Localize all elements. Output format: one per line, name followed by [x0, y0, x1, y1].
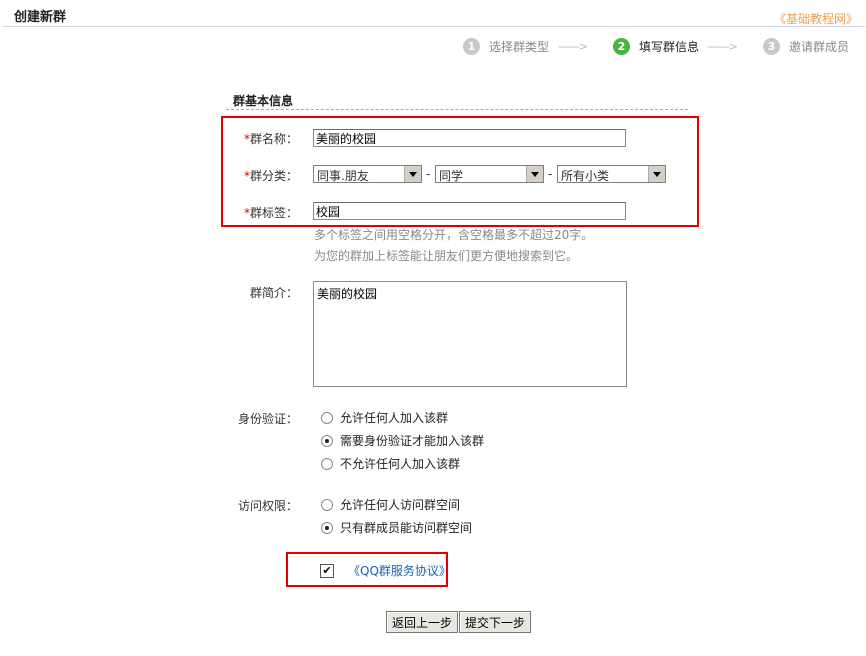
step-3: 3 邀请群成员: [763, 38, 849, 55]
agreement-link[interactable]: 《QQ群服务协议》: [348, 562, 451, 579]
group-intro-label: 群简介：: [249, 286, 298, 300]
auth-option-1[interactable]: 允许任何人加入该群: [321, 409, 448, 426]
radio-button-selected[interactable]: [321, 521, 333, 534]
auth-option-2[interactable]: 需要身份验证才能加入该群: [321, 432, 484, 449]
group-tags-label: *群标签：: [178, 204, 298, 221]
category-select-1-value: 同事.朋友: [317, 169, 369, 183]
step-3-label: 邀请群成员: [789, 40, 850, 54]
step-3-number: 3: [763, 38, 780, 55]
step-2: 2 填写群信息: [613, 38, 699, 55]
step-2-number: 2: [613, 38, 630, 55]
category-select-3-value: 所有小类: [561, 169, 610, 183]
chevron-down-icon[interactable]: [648, 166, 665, 182]
group-name-input[interactable]: [313, 129, 626, 147]
category-select-2-value: 同学: [439, 169, 464, 183]
step-arrow-1: ------->: [558, 40, 588, 53]
step-1-label: 选择群类型: [489, 40, 550, 54]
step-1-number: 1: [463, 38, 480, 55]
category-select-1[interactable]: 同事.朋友: [313, 165, 422, 183]
section-title: 群基本信息: [233, 94, 294, 108]
next-step-button[interactable]: 提交下一步: [459, 611, 532, 633]
agreement-row: ✔ 《QQ群服务协议》: [320, 562, 451, 579]
auth-option-1-label: 允许任何人加入该群: [340, 411, 449, 425]
category-select-3[interactable]: 所有小类: [557, 165, 666, 183]
header-divider: [3, 26, 865, 27]
access-option-2-label: 只有群成员能访问群空间: [340, 521, 473, 535]
agreement-checkbox[interactable]: ✔: [320, 563, 334, 578]
auth-option-3-label: 不允许任何人加入该群: [340, 457, 461, 471]
radio-button[interactable]: [321, 498, 333, 511]
category-separator: -: [548, 167, 553, 181]
tags-hint-1: 多个标签之间用空格分开，含空格最多不超过20字。: [314, 228, 594, 242]
auth-option-2-label: 需要身份验证才能加入该群: [340, 434, 485, 448]
access-option-1[interactable]: 允许任何人访问群空间: [321, 496, 460, 513]
auth-option-3[interactable]: 不允许任何人加入该群: [321, 455, 460, 472]
step-1: 1 选择群类型: [463, 38, 549, 55]
group-tags-input[interactable]: [313, 202, 626, 220]
tags-hint-2: 为您的群加上标签能让朋友们更方便地搜索到它。: [314, 249, 579, 263]
access-option-1-label: 允许任何人访问群空间: [340, 498, 461, 512]
radio-button[interactable]: [321, 411, 333, 424]
radio-button-selected[interactable]: [321, 434, 333, 447]
category-select-2[interactable]: 同学: [435, 165, 544, 183]
group-name-label: *群名称：: [178, 130, 298, 147]
group-category-label: *群分类：: [178, 167, 298, 184]
group-intro-textarea[interactable]: 美丽的校园: [313, 281, 627, 387]
chevron-down-icon[interactable]: [404, 166, 421, 182]
access-option-2[interactable]: 只有群成员能访问群空间: [321, 519, 472, 536]
section-divider: [226, 109, 688, 110]
auth-label: 身份验证：: [237, 412, 298, 426]
chevron-down-icon[interactable]: [526, 166, 543, 182]
step-2-label: 填写群信息: [639, 40, 700, 54]
group-tags-label-text: 群标签：: [249, 206, 298, 220]
step-arrow-2: ------->: [708, 40, 738, 53]
radio-button[interactable]: [321, 457, 333, 470]
prev-step-button[interactable]: 返回上一步: [386, 611, 459, 633]
access-label: 访问权限：: [237, 499, 298, 513]
category-separator: -: [426, 167, 431, 181]
group-name-label-text: 群名称：: [249, 132, 298, 146]
group-category-label-text: 群分类：: [249, 169, 298, 183]
brand-watermark: 《基础教程网》: [773, 12, 858, 26]
page-title: 创建新群: [14, 10, 67, 25]
